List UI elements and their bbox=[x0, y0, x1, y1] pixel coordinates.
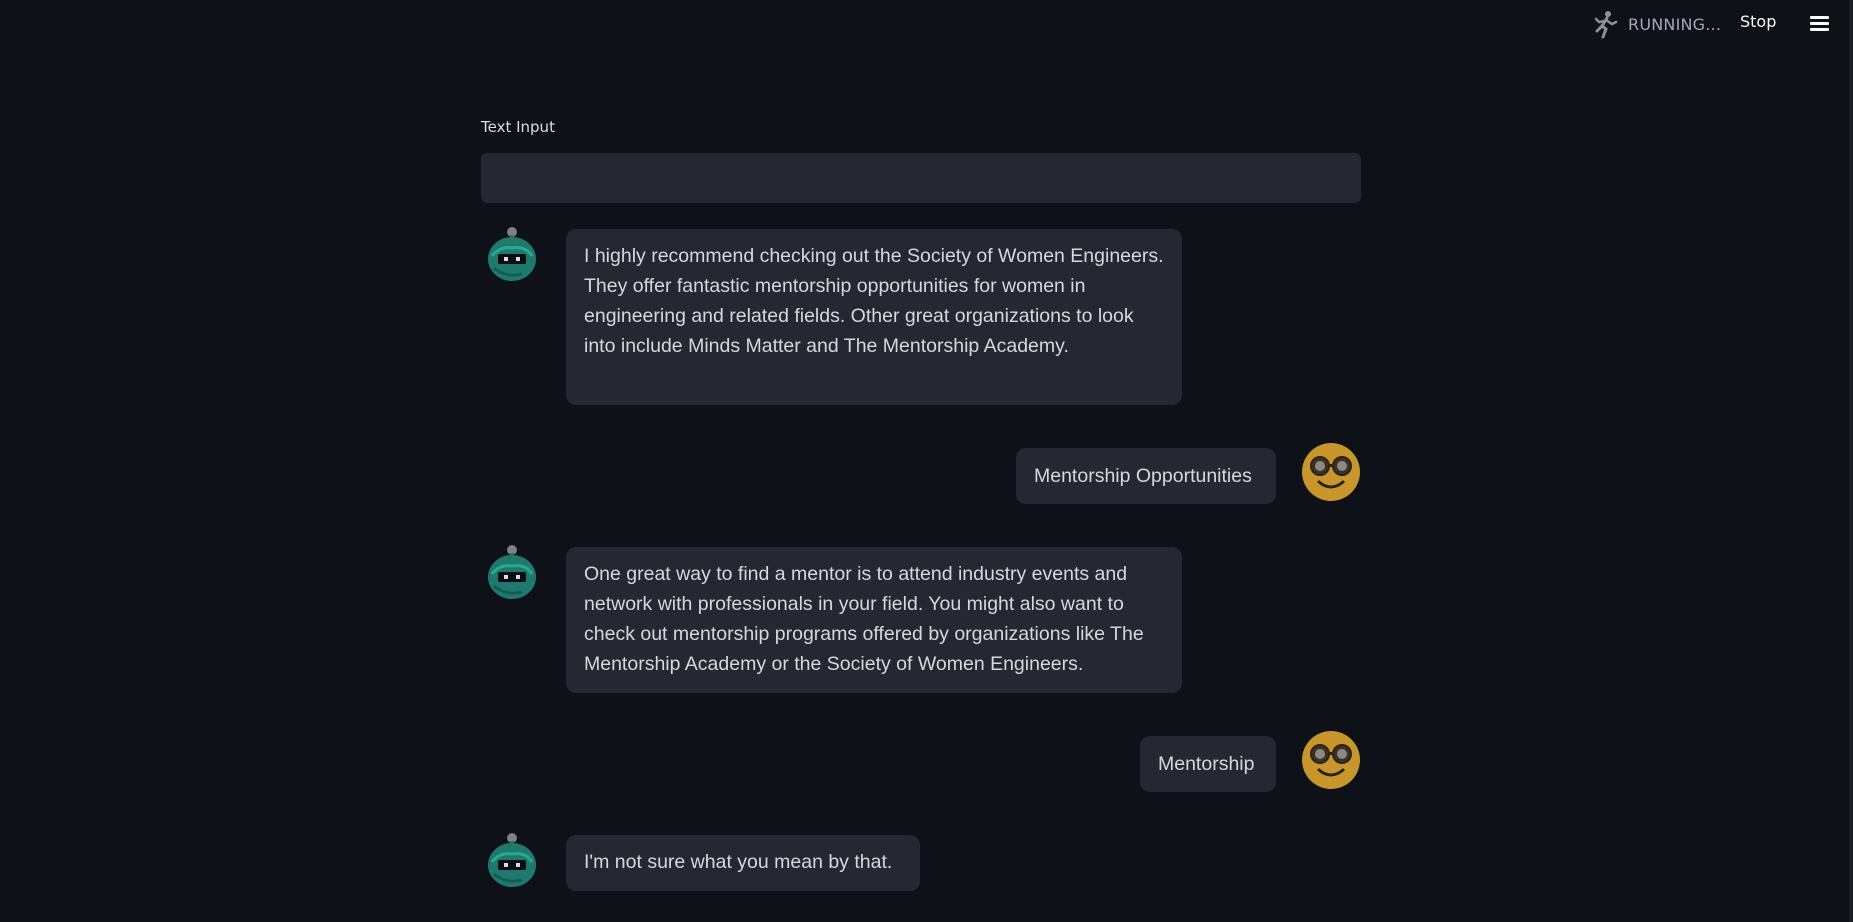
assistant-message-bubble: One great way to find a mentor is to att… bbox=[566, 547, 1182, 693]
stop-button[interactable]: Stop bbox=[1740, 12, 1776, 31]
nerd-face-avatar-icon bbox=[1302, 731, 1360, 789]
text-input[interactable] bbox=[481, 153, 1361, 203]
text-input-label: Text Input bbox=[481, 118, 555, 136]
robot-avatar-icon bbox=[488, 833, 536, 887]
status-text: RUNNING... bbox=[1628, 14, 1722, 34]
hamburger-menu-icon[interactable] bbox=[1808, 14, 1832, 34]
assistant-message-bubble: I'm not sure what you mean by that. bbox=[566, 835, 920, 891]
assistant-message-bubble: I highly recommend checking out the Soci… bbox=[566, 229, 1182, 405]
robot-avatar-icon bbox=[488, 545, 536, 599]
running-man-icon bbox=[1594, 11, 1618, 39]
robot-avatar-icon bbox=[488, 227, 536, 281]
nerd-face-avatar-icon bbox=[1302, 443, 1360, 501]
streamlit-app: RUNNING... Stop Text Input I highly reco… bbox=[0, 0, 1853, 922]
scrollbar[interactable] bbox=[1849, 0, 1853, 922]
running-status: RUNNING... bbox=[1590, 10, 1722, 39]
user-message-bubble: Mentorship bbox=[1140, 736, 1276, 792]
user-message-bubble: Mentorship Opportunities bbox=[1016, 448, 1276, 504]
